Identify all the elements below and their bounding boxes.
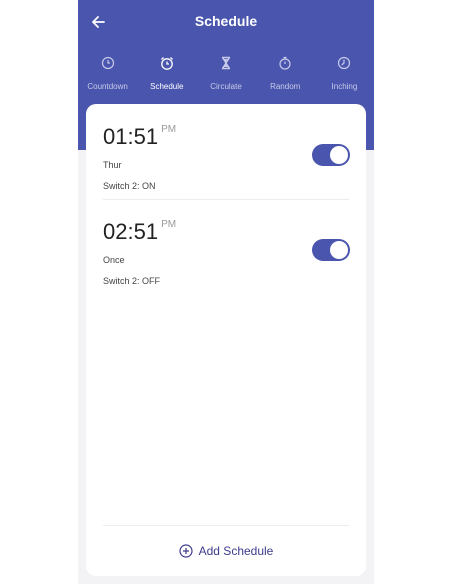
tab-countdown[interactable]: Countdown xyxy=(78,54,137,98)
schedule-list-card: 01:51 PM Thur Switch 2: ON 02:51 PM Once S… xyxy=(86,104,366,576)
schedule-toggle[interactable] xyxy=(312,239,350,261)
tab-label: Random xyxy=(270,82,301,91)
alarm-clock-icon xyxy=(160,57,173,70)
schedule-repeat: Thur xyxy=(103,160,122,170)
app-screen: Schedule Countdown Schedule Circulate Ra… xyxy=(78,0,374,584)
schedule-time: 02:51 xyxy=(103,219,159,244)
toggle-knob xyxy=(330,146,348,164)
toggle-knob xyxy=(330,241,348,259)
schedule-time: 01:51 xyxy=(103,124,159,149)
schedule-action: Switch 2: ON xyxy=(103,181,156,191)
divider xyxy=(103,525,349,526)
tab-circulate[interactable]: Circulate xyxy=(196,54,255,98)
tab-random[interactable]: Random xyxy=(256,54,315,98)
tab-label: Circulate xyxy=(210,82,242,91)
schedule-action: Switch 2: OFF xyxy=(103,276,161,286)
divider xyxy=(103,199,349,200)
tab-label: Schedule xyxy=(150,82,184,91)
clock-icon xyxy=(101,56,114,70)
tab-schedule[interactable]: Schedule xyxy=(137,54,196,98)
stopwatch-icon xyxy=(279,56,291,70)
timer-icon xyxy=(338,56,351,70)
tab-label: Inching xyxy=(331,82,358,91)
tab-bar: Countdown Schedule Circulate Random Inch… xyxy=(78,54,374,98)
schedule-time-row: 02:51 PM xyxy=(103,219,349,244)
schedule-ampm: PM xyxy=(161,124,177,135)
add-schedule-label: Add Schedule xyxy=(198,544,274,558)
hourglass-icon xyxy=(221,56,231,70)
page-title: Schedule xyxy=(194,13,258,29)
schedule-repeat: Once xyxy=(103,255,125,265)
add-schedule-button[interactable]: Add Schedule xyxy=(86,542,366,560)
tab-inching[interactable]: Inching xyxy=(315,54,374,98)
tab-label: Countdown xyxy=(87,82,128,91)
schedule-time-row: 01:51 PM xyxy=(103,124,349,149)
schedule-ampm: PM xyxy=(161,219,177,230)
schedule-toggle[interactable] xyxy=(312,144,350,166)
plus-circle-icon xyxy=(179,544,193,558)
